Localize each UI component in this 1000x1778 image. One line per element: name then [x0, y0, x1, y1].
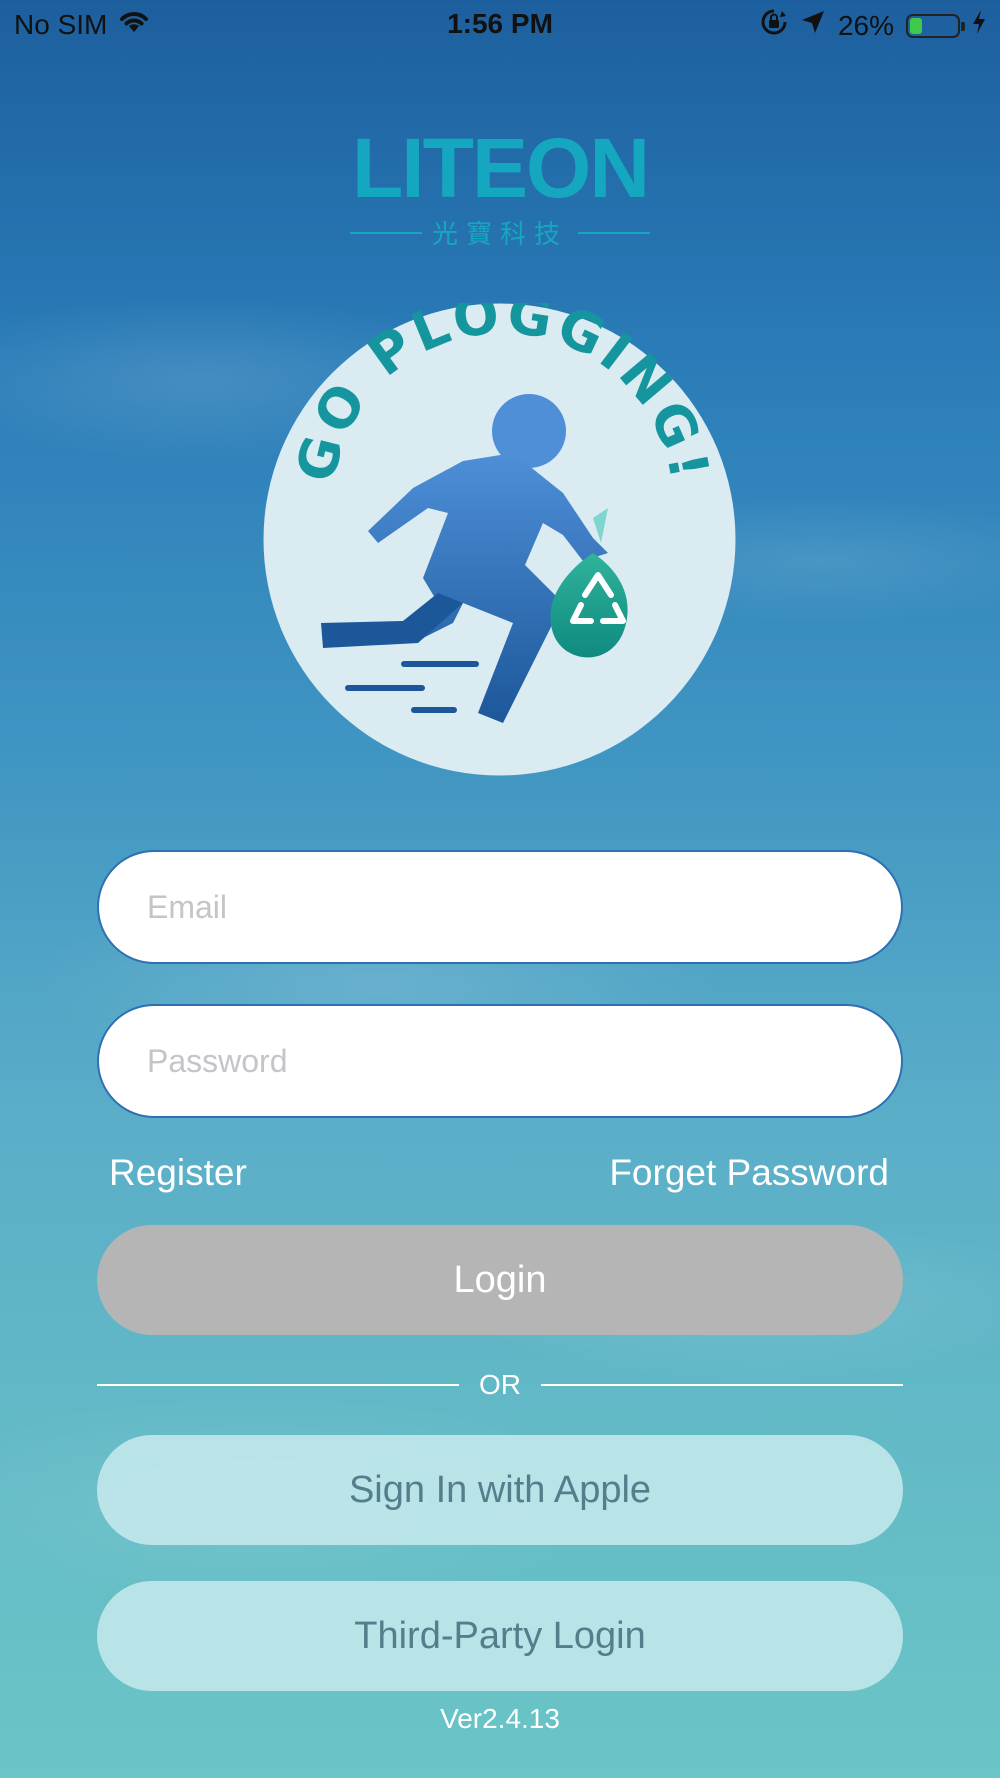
battery-percent: 26% [837, 9, 894, 41]
third-party-login-button[interactable]: Third-Party Login [97, 1581, 903, 1691]
liteon-logo: LITEON 光寶科技 [350, 121, 651, 251]
battery-icon [906, 13, 965, 38]
login-button[interactable]: Login [97, 1225, 903, 1335]
divider-line [97, 1384, 459, 1386]
status-right: 26% [760, 8, 986, 43]
password-field[interactable] [97, 1004, 903, 1118]
or-label: OR [479, 1369, 521, 1400]
battery-fill [910, 17, 922, 34]
divider [350, 231, 422, 234]
divider-line [541, 1384, 903, 1386]
brand-subtitle: 光寶科技 [432, 219, 569, 249]
or-divider: OR [97, 1368, 903, 1402]
forget-password-link[interactable]: Forget Password [609, 1152, 889, 1194]
go-plogging-emblem: GO PLOGGING! [263, 282, 736, 776]
register-link[interactable]: Register [109, 1152, 247, 1194]
location-arrow-icon [800, 9, 826, 42]
version-label: Ver2.4.13 [440, 1703, 560, 1734]
brand-subtitle-row: 光寶科技 [350, 214, 651, 251]
brand-name: LITEON [352, 121, 650, 215]
divider [578, 231, 651, 234]
status-bar: No SIM 1:56 PM 26% [0, 0, 1000, 50]
orientation-lock-icon [760, 8, 788, 43]
charging-bolt-icon [972, 9, 986, 42]
password-input[interactable] [145, 1041, 901, 1081]
runner-with-recycle-bag-icon: GO PLOGGING! [263, 282, 736, 776]
email-field[interactable] [97, 850, 903, 964]
email-input[interactable] [145, 887, 901, 927]
sign-in-with-apple-button[interactable]: Sign In with Apple [97, 1435, 903, 1545]
